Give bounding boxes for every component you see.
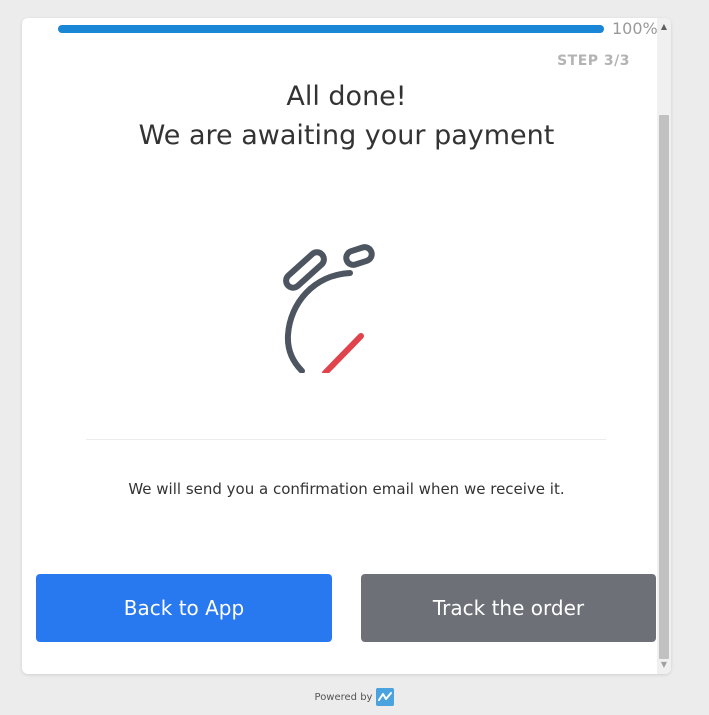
powered-by-label: Powered by (314, 691, 373, 703)
section-divider (86, 439, 606, 440)
progress-bar-fill (58, 25, 604, 33)
stopwatch-hand (322, 333, 364, 373)
confirmation-message: We will send you a confirmation email wh… (128, 480, 565, 498)
progress-bar (58, 25, 604, 33)
scroll-up-arrow-icon[interactable]: ▲ (657, 20, 671, 34)
progress-percent-label: 100% (612, 19, 658, 38)
stopwatch-knob-top (343, 244, 375, 268)
scroll-down-arrow-icon[interactable]: ▼ (657, 658, 671, 672)
page-title: All done! (286, 81, 407, 112)
powered-by-footer: Powered by (0, 688, 709, 706)
stopwatch-icon (283, 244, 375, 373)
vertical-scrollbar[interactable]: ▲ ▼ (657, 18, 671, 674)
scrollbar-thumb[interactable] (659, 115, 669, 659)
back-to-app-button[interactable]: Back to App (36, 574, 332, 642)
track-order-button[interactable]: Track the order (361, 574, 656, 642)
page-subtitle: We are awaiting your payment (138, 120, 555, 151)
payment-status-card: 100% STEP 3/3 All done! We are awaiting … (22, 18, 671, 674)
brand-logo-icon[interactable] (376, 688, 395, 706)
step-indicator: STEP 3/3 (557, 53, 630, 69)
